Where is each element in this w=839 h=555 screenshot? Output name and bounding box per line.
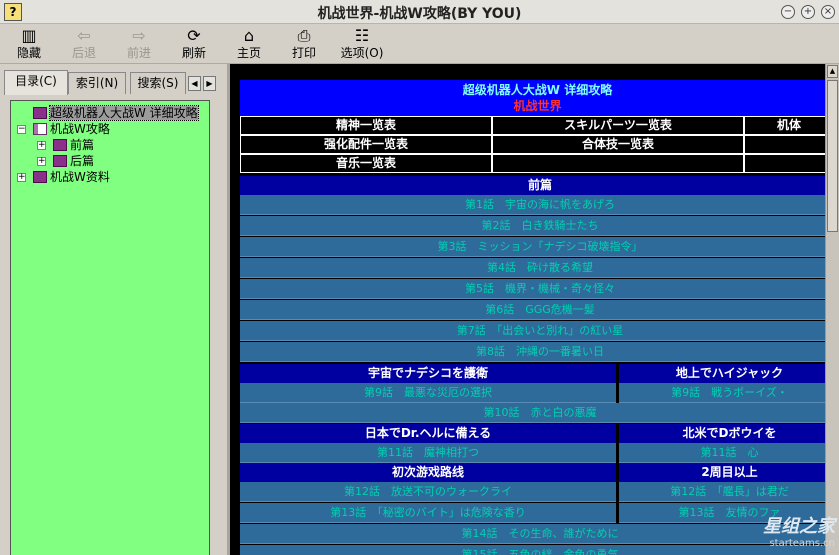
episode-link[interactable]: 第9話 戦うボーイズ・: [619, 383, 825, 403]
episode-link[interactable]: 第1話 宇宙の海に帆をあげろ: [240, 195, 825, 215]
tab-contents[interactable]: 目录(C): [4, 70, 68, 95]
episode-link[interactable]: 第7話 「出会いと別れ」の紅い星: [240, 321, 825, 341]
maximize-icon[interactable]: +: [801, 5, 815, 19]
episode-link[interactable]: 第11話 心: [619, 443, 825, 463]
book-icon: [33, 171, 47, 183]
close-icon[interactable]: ×: [821, 5, 835, 19]
episode-link[interactable]: 第10話 赤と白の悪魔: [240, 403, 825, 423]
expand-icon[interactable]: +: [37, 141, 46, 150]
arrow-right-icon: ⇨: [132, 26, 146, 45]
hide-pane-icon: ▥: [21, 26, 37, 45]
tree-item-part2[interactable]: 后篇: [53, 153, 94, 169]
title-bar: ? 机战世界-机战W攻略(BY YOU) − + ×: [0, 0, 839, 24]
contents-tree: 超级机器人大战W 详细攻略 − 机战W攻略 + 前篇 + 后篇 + 机战W资料: [10, 100, 210, 555]
expand-icon[interactable]: +: [17, 173, 26, 182]
episode-link[interactable]: 第6話 GGG危機一髪: [240, 300, 825, 320]
expand-icon[interactable]: +: [37, 157, 46, 166]
book-icon: [53, 155, 67, 167]
toolbar: ▥ 隐藏 ⇦ 后退 ⇨ 前进 ⟳ 刷新 ⌂ 主页 ⎙ 打印 ☷ 选项(O): [0, 24, 839, 64]
hide-button[interactable]: ▥ 隐藏: [4, 26, 54, 62]
forward-button[interactable]: ⇨ 前进: [114, 26, 164, 62]
empty-cell: [492, 154, 744, 173]
tab-index[interactable]: 索引(N): [68, 72, 126, 94]
tab-scroll-right-icon[interactable]: ▶: [203, 76, 216, 91]
minimize-icon[interactable]: −: [781, 5, 795, 19]
printer-icon: ⎙: [297, 26, 311, 45]
section-header-part1: 前篇: [240, 176, 825, 195]
navigation-pane: 目录(C) 索引(N) 搜索(S) ◀ ▶ 超级机器人大战W 详细攻略 − 机战…: [0, 64, 227, 555]
episode-link[interactable]: 第11話 魔神相打つ: [240, 443, 616, 463]
episode-link[interactable]: 第4話 砕け散る希望: [240, 258, 825, 278]
episode-link[interactable]: 第12話 放送不可のウォークライ: [240, 482, 616, 502]
link-music-list[interactable]: 音乐一览表: [240, 154, 492, 173]
tree-item-part1[interactable]: 前篇: [53, 137, 94, 153]
vertical-scrollbar[interactable]: ▲: [825, 64, 839, 555]
page-header: 超级机器人大战W 详细攻略 机战世界: [240, 80, 825, 116]
episode-link[interactable]: 第12話 「艦長」は君だ: [619, 482, 825, 502]
scrollbar-thumb[interactable]: [827, 80, 838, 232]
route-header-ground: 地上でハイジャック: [619, 364, 825, 383]
print-button[interactable]: ⎙ 打印: [279, 26, 329, 62]
scroll-up-icon[interactable]: ▲: [827, 65, 838, 78]
book-icon: [53, 139, 67, 151]
collapse-icon[interactable]: −: [17, 125, 26, 134]
link-spirit-list[interactable]: 精神一览表: [240, 116, 492, 135]
episode-link[interactable]: 第15話 五色の絆、金色の勇気: [240, 545, 825, 555]
refresh-button[interactable]: ⟳ 刷新: [169, 26, 219, 62]
arrow-left-icon: ⇦: [77, 26, 91, 45]
route-header-second-play: 2周目以上: [619, 463, 825, 482]
empty-cell: [744, 135, 825, 154]
open-book-icon: [33, 123, 47, 135]
tree-item-data[interactable]: 机战W资料: [33, 169, 110, 185]
home-button[interactable]: ⌂ 主页: [224, 26, 274, 62]
link-skill-list[interactable]: スキルパーツ一览表: [492, 116, 744, 135]
watermark: 星组之家 starteams.cn: [763, 516, 835, 549]
episode-link[interactable]: 第8話 沖縄の一番暑い日: [240, 342, 825, 362]
tree-item-root[interactable]: 超级机器人大战W 详细攻略: [33, 105, 199, 121]
empty-cell: [744, 154, 825, 173]
route-header-japan: 日本でDr.ヘルに備える: [240, 424, 616, 443]
home-icon: ⌂: [243, 26, 255, 45]
window-title: 机战世界-机战W攻略(BY YOU): [317, 6, 522, 22]
link-mech-list[interactable]: 机体: [744, 116, 825, 135]
link-combo-list[interactable]: 合体技一览表: [492, 135, 744, 154]
tab-scroll-left-icon[interactable]: ◀: [188, 76, 201, 91]
tree-item-strategy[interactable]: 机战W攻略: [33, 121, 110, 137]
episode-link[interactable]: 第2話 白き鉄騎士たち: [240, 216, 825, 236]
episode-link[interactable]: 第3話 ミッション「ナデシコ破壊指令」: [240, 237, 825, 257]
tab-search[interactable]: 搜索(S): [130, 72, 186, 94]
route-header-first-play: 初次游戏路线: [240, 463, 616, 482]
options-icon: ☷: [354, 26, 370, 45]
content-pane: 超级机器人大战W 详细攻略 机战世界 精神一览表 スキルパーツ一览表 机体 强化…: [230, 64, 825, 555]
options-button[interactable]: ☷ 选项(O): [334, 26, 390, 62]
back-button[interactable]: ⇦ 后退: [59, 26, 109, 62]
refresh-icon: ⟳: [187, 26, 201, 45]
page-title: 超级机器人大战W 详细攻略: [462, 83, 613, 97]
page-subtitle: 机战世界: [513, 99, 562, 113]
book-icon: [33, 107, 47, 119]
help-window: ? 机战世界-机战W攻略(BY YOU) − + × ▥ 隐藏 ⇦ 后退 ⇨ 前进 ⟳…: [0, 0, 839, 555]
link-upgrade-list[interactable]: 强化配件一览表: [240, 135, 492, 154]
episode-link[interactable]: 第14話 その生命、誰がために: [240, 524, 825, 544]
route-header-north-america: 北米でDボウイを: [619, 424, 825, 443]
episode-link[interactable]: 第5話 機界・機械・奇々怪々: [240, 279, 825, 299]
route-header-space: 宇宙でナデシコを護衛: [240, 364, 616, 383]
episode-link[interactable]: 第9話 最悪な災厄の選択: [240, 383, 616, 403]
episode-link[interactable]: 第13話 「秘密のバイト」は危険な香り: [240, 503, 616, 523]
